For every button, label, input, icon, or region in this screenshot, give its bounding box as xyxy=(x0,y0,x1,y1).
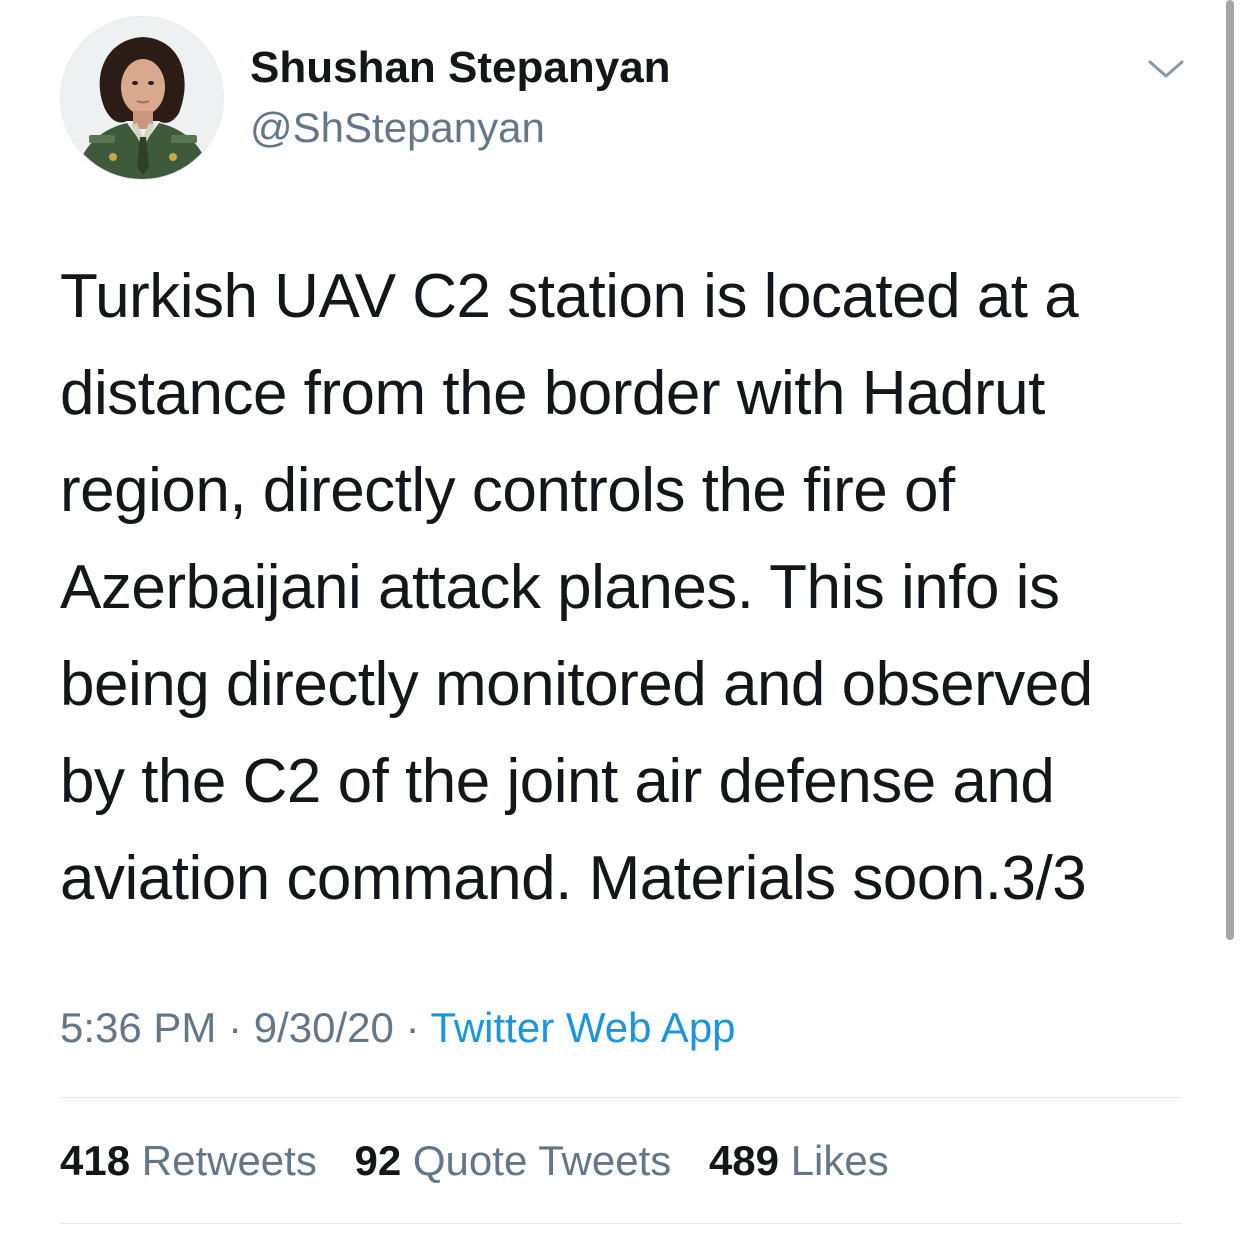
quote-tweets-count: 92 xyxy=(354,1137,402,1184)
tweet-time[interactable]: 5:36 PM xyxy=(60,1004,216,1051)
tweet-text-line: distance from the border with Hadrut xyxy=(60,359,1045,428)
likes-count: 489 xyxy=(708,1137,780,1184)
chevron-down-icon xyxy=(1148,60,1184,78)
tweet-text: Turkish UAV C2 station is located at a d… xyxy=(60,248,1190,927)
retweets-stat[interactable]: 418 Retweets xyxy=(60,1131,317,1191)
likes-stat[interactable]: 489 Likes xyxy=(709,1131,889,1191)
meta-separator: · xyxy=(405,1004,420,1051)
tweet-metadata: 5:36 PM · 9/30/20 · Twitter Web App xyxy=(60,998,736,1058)
likes-label: Likes xyxy=(790,1137,889,1184)
quote-tweets-label: Quote Tweets xyxy=(412,1137,672,1184)
retweets-label: Retweets xyxy=(141,1137,317,1184)
scrollbar[interactable] xyxy=(1226,0,1234,940)
avatar-image xyxy=(61,17,223,179)
meta-separator: · xyxy=(228,1004,243,1051)
tweet-text-line: being directly monitored and observed xyxy=(60,650,1093,719)
tweet-text-line: Azerbaijani attack planes. This info is xyxy=(60,553,1060,622)
divider xyxy=(60,1097,1182,1098)
tweet-text-line: by the C2 of the joint air defense and xyxy=(60,747,1055,816)
author-names: Shushan Stepanyan @ShStepanyan xyxy=(250,42,671,154)
tweet-text-line: region, directly controls the fire of xyxy=(60,456,955,525)
divider xyxy=(60,1223,1182,1224)
avatar[interactable] xyxy=(60,16,224,180)
tweet-text-line: Turkish UAV C2 station is located at a xyxy=(60,262,1079,331)
tweet-header: Shushan Stepanyan @ShStepanyan xyxy=(60,16,1190,186)
more-options-button[interactable] xyxy=(1144,52,1188,84)
tweet-text-line: aviation command. Materials soon.3/3 xyxy=(60,844,1087,913)
tweet-stats: 418 Retweets 92 Quote Tweets 489 Likes xyxy=(60,1131,915,1191)
tweet-source-link[interactable]: Twitter Web App xyxy=(431,1004,736,1051)
retweets-count: 418 xyxy=(60,1137,131,1184)
user-handle[interactable]: @ShStepanyan xyxy=(250,102,671,154)
tweet-date[interactable]: 9/30/20 xyxy=(254,1004,394,1051)
quote-tweets-stat[interactable]: 92 Quote Tweets xyxy=(355,1131,672,1191)
tweet-detail-page: Shushan Stepanyan @ShStepanyan Turkish U… xyxy=(0,0,1242,1233)
display-name[interactable]: Shushan Stepanyan xyxy=(250,42,671,94)
